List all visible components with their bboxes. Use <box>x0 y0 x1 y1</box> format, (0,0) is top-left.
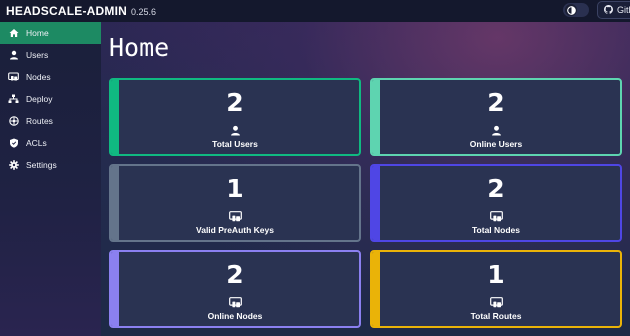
sidebar-item-label: Nodes <box>26 72 51 82</box>
gear-icon <box>8 160 19 171</box>
stat-card-total-nodes[interactable]: 2 Total Nodes <box>370 164 622 242</box>
sidebar-item-nodes[interactable]: Nodes <box>0 66 101 88</box>
stat-card-total-routes[interactable]: 1 Total Routes <box>370 250 622 328</box>
sidebar-item-label: Home <box>26 28 49 38</box>
github-label: Github <box>617 5 630 15</box>
top-bar: HEADSCALE-ADMIN 0.25.6 Github <box>0 0 630 22</box>
sidebar-item-label: ACLs <box>26 138 47 148</box>
shield-icon <box>8 138 19 149</box>
sidebar-item-routes[interactable]: Routes <box>0 110 101 132</box>
card-label: Total Routes <box>470 311 522 321</box>
sidebar-item-deploy[interactable]: Deploy <box>0 88 101 110</box>
card-value: 2 <box>487 88 505 117</box>
sidebar-item-label: Users <box>26 50 49 60</box>
sidebar-item-label: Routes <box>26 116 53 126</box>
home-icon <box>8 28 19 39</box>
stat-card-valid-preauth-keys[interactable]: 1 Valid PreAuth Keys <box>109 164 361 242</box>
sidebar-item-home[interactable]: Home <box>0 22 101 44</box>
card-value: 1 <box>226 174 244 203</box>
stat-card-total-users[interactable]: 2 Total Users <box>109 78 361 156</box>
brand[interactable]: HEADSCALE-ADMIN 0.25.6 <box>6 4 156 18</box>
nodes-icon <box>8 72 19 83</box>
sidebar-item-label: Deploy <box>26 94 53 104</box>
app-version: 0.25.6 <box>131 7 157 17</box>
sidebar-item-label: Settings <box>26 160 57 170</box>
routes-icon <box>8 116 19 127</box>
card-value: 2 <box>226 88 244 117</box>
main-content: Home 2 Total Users 2 Online Users 1 Vali… <box>101 22 630 336</box>
card-label: Online Users <box>469 139 523 149</box>
sidebar-item-settings[interactable]: Settings <box>0 154 101 176</box>
card-label: Valid PreAuth Keys <box>196 225 274 235</box>
sidebar: Home Users Nodes Deploy Routes ACLs Sett… <box>0 22 101 336</box>
user-icon <box>8 50 19 61</box>
card-value: 1 <box>487 260 505 289</box>
half-moon-icon <box>565 4 577 16</box>
github-button[interactable]: Github <box>597 1 630 19</box>
stat-card-online-nodes[interactable]: 2 Online Nodes <box>109 250 361 328</box>
card-label: Online Nodes <box>207 311 263 321</box>
github-icon <box>604 4 613 16</box>
deploy-icon <box>8 94 19 105</box>
card-label: Total Users <box>212 139 258 149</box>
theme-toggle[interactable] <box>563 3 589 17</box>
sidebar-item-users[interactable]: Users <box>0 44 101 66</box>
page-title: Home <box>109 33 170 62</box>
card-value: 2 <box>487 174 505 203</box>
card-value: 2 <box>226 260 244 289</box>
app-name: HEADSCALE-ADMIN <box>6 4 127 18</box>
card-label: Total Nodes <box>471 225 520 235</box>
stat-card-online-users[interactable]: 2 Online Users <box>370 78 622 156</box>
sidebar-item-acls[interactable]: ACLs <box>0 132 101 154</box>
